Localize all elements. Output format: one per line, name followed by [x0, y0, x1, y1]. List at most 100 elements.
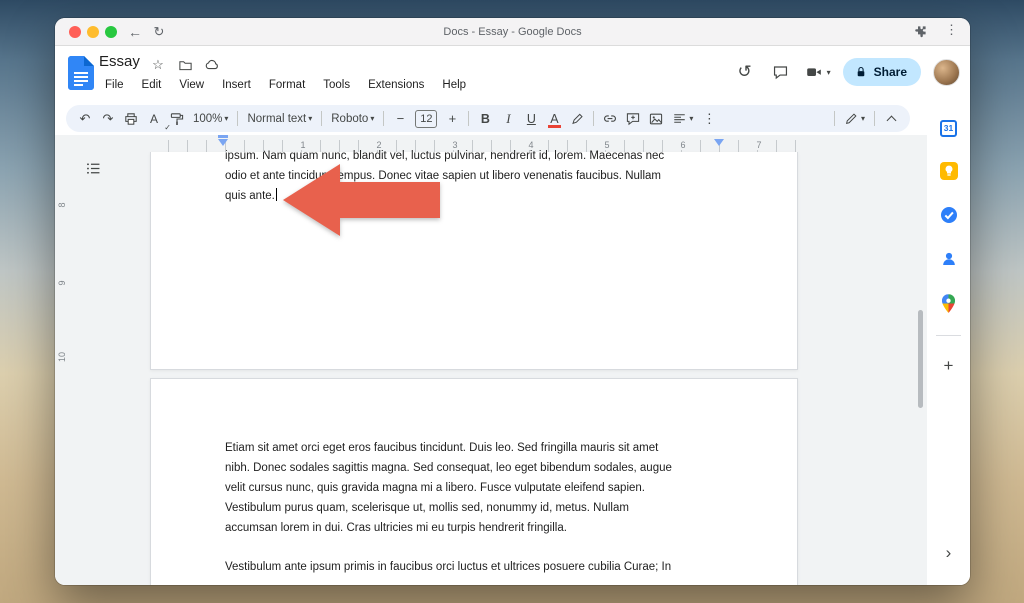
- share-button[interactable]: Share: [843, 58, 921, 86]
- version-history-icon[interactable]: ↺: [733, 60, 757, 84]
- font-family-select[interactable]: Roboto ▾: [327, 108, 378, 130]
- browser-menu-icon[interactable]: ⋮: [945, 22, 958, 38]
- get-add-ons-button[interactable]: +: [944, 356, 954, 376]
- tasks-icon[interactable]: [939, 205, 959, 225]
- contacts-icon[interactable]: [939, 249, 959, 269]
- ruler-number: 3: [450, 140, 459, 150]
- toolbar-divider: [834, 111, 835, 126]
- text-color-button[interactable]: A: [543, 108, 565, 130]
- print-icon[interactable]: [120, 108, 142, 130]
- ruler-number: 6: [678, 140, 687, 150]
- text-line: velit cursus nunc, quis gravida magna mi…: [225, 478, 672, 498]
- editing-mode-select[interactable]: ▾: [840, 108, 869, 130]
- text-line: nibh. Donec sodales sagittis magna. Sed …: [225, 458, 672, 478]
- insert-image-icon[interactable]: [645, 108, 667, 130]
- align-select[interactable]: ▾: [668, 108, 697, 130]
- title-action-icons: ☆: [149, 56, 221, 74]
- document-title[interactable]: Essay: [99, 53, 140, 70]
- star-icon[interactable]: ☆: [149, 56, 167, 74]
- format-toolbar: ↶ ↷ A ✓ 100% ▾ Normal text ▾: [66, 105, 910, 132]
- left-indent-marker[interactable]: [218, 139, 228, 146]
- toolbar-divider: [321, 111, 322, 126]
- keep-icon[interactable]: [939, 161, 959, 181]
- text-line: accumsan lorem in dui. Cras ultricies mi…: [225, 518, 672, 538]
- highlight-color-icon[interactable]: [566, 108, 588, 130]
- browser-window: ← ↻ Docs - Essay - Google Docs ⋮ Essay ☆: [55, 18, 970, 585]
- docs-app-header: Essay ☆ File Edit View Insert Format Too…: [55, 46, 970, 103]
- toolbar-divider: [468, 111, 469, 126]
- menu-format[interactable]: Format: [263, 77, 311, 93]
- undo-icon[interactable]: ↶: [74, 108, 96, 130]
- spellcheck-icon[interactable]: A ✓: [143, 108, 165, 130]
- ruler-number: 10: [57, 351, 67, 363]
- move-folder-icon[interactable]: [176, 56, 194, 74]
- calendar-icon[interactable]: 31: [939, 118, 959, 138]
- red-arrow-body: [339, 182, 440, 218]
- toolbar-more-icon[interactable]: ⋮: [698, 108, 720, 130]
- vertical-scrollbar-thumb[interactable]: [918, 310, 923, 408]
- menu-insert[interactable]: Insert: [216, 77, 257, 93]
- lock-icon: [855, 65, 867, 79]
- show-side-panel-chevron[interactable]: ›: [946, 543, 952, 563]
- chevron-down-icon: ▾: [224, 114, 228, 123]
- redo-icon[interactable]: ↷: [97, 108, 119, 130]
- companion-side-panel: 31 +: [927, 103, 970, 585]
- chevron-down-icon: ▾: [861, 114, 865, 123]
- ruler-number: 9: [57, 277, 67, 289]
- bold-button[interactable]: B: [474, 108, 496, 130]
- page-2-text[interactable]: Etiam sit amet orci eget eros faucibus t…: [225, 438, 672, 577]
- extensions-puzzle-icon[interactable]: [912, 24, 928, 40]
- text-color-bar: [548, 125, 560, 128]
- show-outline-icon[interactable]: [81, 156, 105, 180]
- comments-icon[interactable]: [769, 60, 793, 84]
- chevron-down-icon: ▾: [689, 114, 693, 123]
- add-comment-icon[interactable]: [622, 108, 644, 130]
- zoom-value: 100%: [193, 113, 222, 125]
- text-color-letter: A: [550, 112, 558, 126]
- menu-extensions[interactable]: Extensions: [362, 77, 430, 93]
- toolbar-divider: [874, 111, 875, 126]
- decrease-font-size-button[interactable]: −: [389, 108, 411, 130]
- desktop-wallpaper: ← ↻ Docs - Essay - Google Docs ⋮ Essay ☆: [0, 0, 1024, 603]
- toolbar-divider: [237, 111, 238, 126]
- paragraph-style-value: Normal text: [247, 113, 306, 125]
- chevron-down-icon: ▾: [308, 114, 312, 123]
- browser-titlebar: ← ↻ Docs - Essay - Google Docs ⋮: [55, 18, 970, 46]
- menu-edit[interactable]: Edit: [136, 77, 168, 93]
- first-line-indent-marker[interactable]: [218, 135, 228, 138]
- text-line: Etiam sit amet orci eget eros faucibus t…: [225, 438, 672, 458]
- spellcheck-checkmark: ✓: [164, 123, 171, 132]
- horizontal-ruler[interactable]: 1 2 3 4 5 6 7: [150, 140, 798, 152]
- meet-camera-button[interactable]: ▾: [805, 64, 831, 80]
- ruler-number: 4: [526, 140, 535, 150]
- chevron-up-icon: [886, 115, 896, 125]
- hide-menus-button[interactable]: [880, 108, 902, 130]
- font-size-input[interactable]: 12: [415, 110, 437, 128]
- ruler-number: 2: [374, 140, 383, 150]
- chevron-down-icon[interactable]: ▾: [827, 68, 831, 77]
- user-avatar[interactable]: [933, 59, 960, 86]
- red-arrow-head: [283, 164, 340, 236]
- zoom-select[interactable]: 100% ▾: [189, 108, 232, 130]
- italic-button[interactable]: I: [497, 108, 519, 130]
- browser-tab-title: Docs - Essay - Google Docs: [55, 18, 970, 46]
- maps-icon[interactable]: [939, 293, 959, 313]
- menu-tools[interactable]: Tools: [317, 77, 356, 93]
- right-indent-marker[interactable]: [714, 139, 724, 146]
- ruler-number: 8: [57, 199, 67, 211]
- spellcheck-letter: A: [150, 112, 158, 126]
- paragraph-style-select[interactable]: Normal text ▾: [243, 108, 316, 130]
- menu-view[interactable]: View: [173, 77, 210, 93]
- text-line: Vestibulum ante ipsum primis in faucibus…: [225, 557, 672, 577]
- increase-font-size-button[interactable]: +: [441, 108, 463, 130]
- insert-link-icon[interactable]: [599, 108, 621, 130]
- cloud-saved-icon[interactable]: [203, 56, 221, 74]
- header-right-actions: ↺ ▾ Share: [733, 58, 960, 86]
- text-cursor: [276, 188, 278, 201]
- underline-button[interactable]: U: [520, 108, 542, 130]
- text-line: Vestibulum purus quam, scelerisque ut, m…: [225, 498, 672, 518]
- google-docs-logo-icon[interactable]: [68, 56, 94, 90]
- menu-help[interactable]: Help: [436, 77, 472, 93]
- toolbar-divider: [593, 111, 594, 126]
- menu-file[interactable]: File: [99, 77, 130, 93]
